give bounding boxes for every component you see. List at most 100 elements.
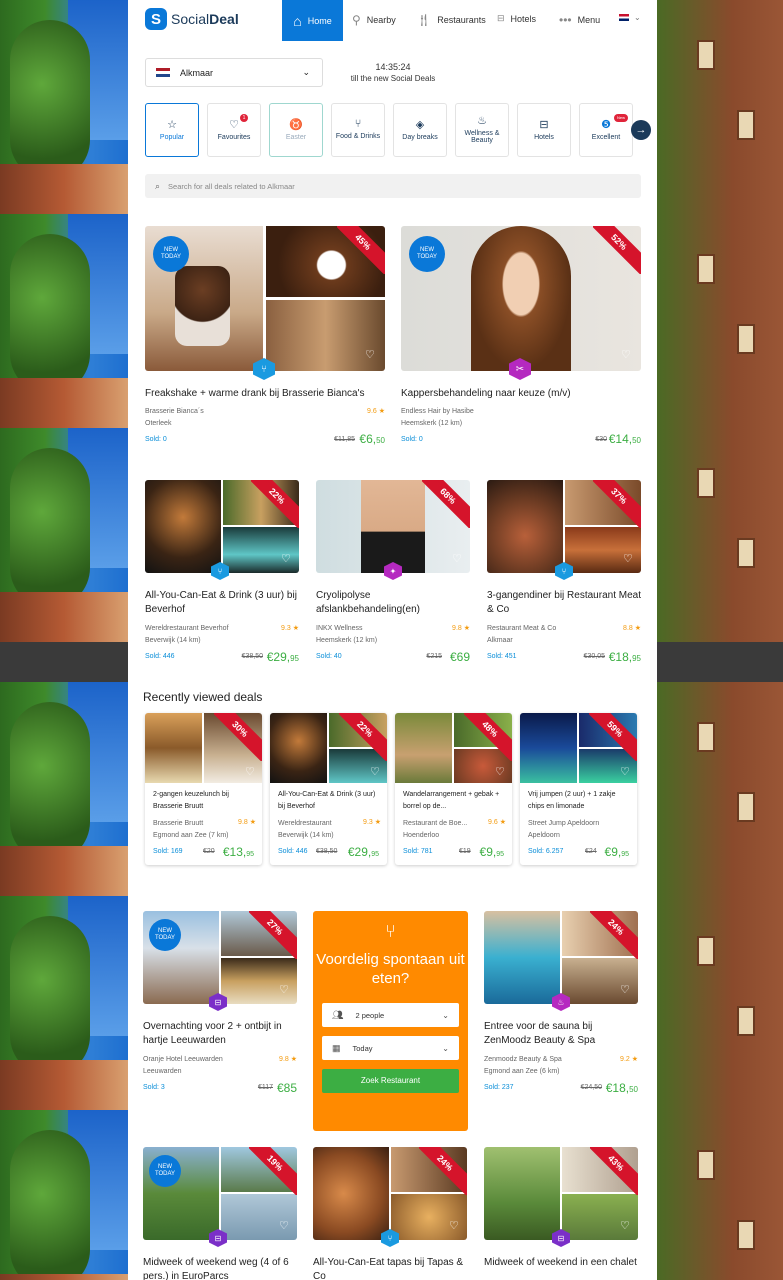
main-content: S SocialDeal ⌂ Home ⚲ Nearby 🍴︎ Restaura… bbox=[128, 0, 657, 1280]
nav-restaurants[interactable]: 🍴︎ Restaurants bbox=[416, 13, 486, 27]
deal-title: All-You-Can-Eat tapas bij Tapas & Co bbox=[313, 1257, 464, 1280]
deal-old-price: €38,50 bbox=[241, 653, 263, 660]
deal-location: Beverwijk (14 km) bbox=[145, 637, 201, 644]
deal-vendor: Brasserie Bruutt bbox=[153, 820, 204, 827]
categories-next-button[interactable]: → bbox=[631, 120, 651, 140]
language-selector[interactable]: ⌄ bbox=[619, 13, 641, 22]
deal-title: Vrij jumpen (2 uur) + 1 zakje chips en l… bbox=[528, 791, 616, 810]
category-favourites[interactable]: ♡ 1 Favourites bbox=[207, 103, 261, 157]
favourite-heart-icon[interactable]: ♡ bbox=[620, 983, 630, 996]
deal-card[interactable]: 43% ♡ ⊟ Midweek of weekend in een chalet bbox=[484, 1147, 638, 1280]
deal-card[interactable]: NEW TODAY 19% ♡ ⊟ Midweek of weekend weg … bbox=[143, 1147, 297, 1280]
discount-ribbon: 52% bbox=[593, 226, 641, 274]
deal-old-price: €11,85 bbox=[334, 436, 355, 443]
city-dropdown[interactable]: Alkmaar ⌄ bbox=[145, 58, 323, 87]
deal-rating: 9.3 ★ bbox=[281, 625, 299, 632]
discount-ribbon: 24% bbox=[590, 911, 638, 959]
deal-price: €29,95 bbox=[266, 650, 299, 664]
nav-hotels[interactable]: ⊟ Hotels bbox=[497, 13, 536, 24]
deal-sold: Sold: 446 bbox=[145, 653, 175, 660]
deal-card[interactable]: 22% ♡ ⑂ All-You-Can-Eat & Drink (3 uur) … bbox=[145, 480, 299, 670]
deal-old-price: €24,50 bbox=[580, 1084, 602, 1091]
location-pin-icon: ⚲ bbox=[352, 13, 361, 27]
search-icon: ⌕ bbox=[155, 180, 161, 191]
deal-title: Overnachting voor 2 + ontbijt in hartje … bbox=[143, 1021, 282, 1046]
deal-card[interactable]: 37% ♡ ⑂ 3-gangendiner bij Restaurant Mea… bbox=[487, 480, 641, 670]
favourite-heart-icon[interactable]: ♡ bbox=[279, 1219, 289, 1232]
chevron-down-icon: ⌄ bbox=[634, 13, 641, 22]
arrow-right-icon: → bbox=[635, 124, 647, 136]
deal-price: €9,95 bbox=[479, 845, 504, 859]
deal-card[interactable]: NEW TODAY 27% ♡ ⊟ Overnachting voor 2 + o… bbox=[143, 911, 297, 1101]
restaurant-search-promo: ⑂ Voordelig spontaan uit eten? 👥︎ 2 peop… bbox=[313, 911, 468, 1131]
deal-image: 22% ♡ bbox=[145, 480, 299, 573]
promo-title: Voordelig spontaan uit eten? bbox=[316, 951, 465, 987]
recent-deal-card[interactable]: 22% ♡ All-You-Can-Eat & Drink (3 uur) bi… bbox=[270, 713, 387, 865]
category-label: Day breaks bbox=[402, 134, 438, 141]
search-bar[interactable]: ⌕ Search for all deals related to Alkmaa… bbox=[145, 174, 641, 198]
recent-deal-card[interactable]: 30% ♡ 2-gangen keuzelunch bij Brasserie … bbox=[145, 713, 262, 865]
category-day-breaks[interactable]: ◈ Day breaks bbox=[393, 103, 447, 157]
deal-vendor: Restaurant de Boe... bbox=[403, 820, 468, 827]
favourite-heart-icon[interactable]: ♡ bbox=[279, 983, 289, 996]
deal-card[interactable]: 24% ♡ ⑂ All-You-Can-Eat tapas bij Tapas … bbox=[313, 1147, 467, 1280]
deal-sold: Sold: 40 bbox=[316, 653, 342, 660]
date-select[interactable]: ▦ Today ⌄ bbox=[322, 1036, 459, 1060]
favourite-heart-icon[interactable]: ♡ bbox=[365, 348, 375, 361]
city-name: Alkmaar bbox=[180, 67, 214, 78]
category-wellness-beauty[interactable]: ♨ Wellness & Beauty bbox=[455, 103, 509, 157]
deal-card[interactable]: 24% ♡ ♨ Entree voor de sauna bij ZenMood… bbox=[484, 911, 638, 1101]
recently-viewed-heading: Recently viewed deals bbox=[143, 690, 263, 704]
people-select[interactable]: 👥︎ 2 people ⌄ bbox=[322, 1003, 459, 1027]
cutlery-icon: ⑂ bbox=[385, 921, 396, 941]
deal-rating: 8.8 ★ bbox=[623, 625, 641, 632]
deal-vendor: Zenmoodz Beauty & Spa bbox=[484, 1056, 562, 1063]
favourite-heart-icon[interactable]: ♡ bbox=[620, 1219, 630, 1232]
favourite-heart-icon[interactable]: ♡ bbox=[621, 348, 631, 361]
deal-sold: Sold: 169 bbox=[153, 848, 183, 855]
category-excellent[interactable]: ❺ New Excellent bbox=[579, 103, 633, 157]
deal-old-price: €20 bbox=[203, 848, 215, 855]
socialdeal-logo[interactable]: S SocialDeal bbox=[145, 8, 239, 30]
category-food-drinks[interactable]: ⑂ Food & Drinks bbox=[331, 103, 385, 157]
recent-deal-card[interactable]: 59% ♡ Vrij jumpen (2 uur) + 1 zakje chip… bbox=[520, 713, 637, 865]
deal-card[interactable]: NEW TODAY 52% ♡ ✂ Kappersbehandeling naar… bbox=[401, 226, 641, 446]
deal-image: 30% ♡ bbox=[145, 713, 262, 783]
deal-vendor: Wereldrestaurant Beverhof bbox=[145, 625, 229, 632]
favourite-heart-icon[interactable]: ♡ bbox=[449, 1219, 459, 1232]
nav-menu-label: Menu bbox=[577, 15, 601, 25]
deal-card[interactable]: NEW TODAY 45% ♡ ⑂ Freakshake + warme dran… bbox=[145, 226, 385, 446]
favourite-heart-icon[interactable]: ♡ bbox=[370, 765, 380, 778]
deal-title: All-You-Can-Eat & Drink (3 uur) bij Beve… bbox=[145, 590, 297, 615]
discount-ribbon: 27% bbox=[249, 911, 297, 959]
favourite-heart-icon[interactable]: ♡ bbox=[495, 765, 505, 778]
favourite-heart-icon[interactable]: ♡ bbox=[452, 552, 462, 565]
nav-menu[interactable]: ••• Menu bbox=[559, 13, 600, 27]
favourite-heart-icon[interactable]: ♡ bbox=[620, 765, 630, 778]
category-hotels[interactable]: ⊟ Hotels bbox=[517, 103, 571, 157]
dots-icon: ••• bbox=[559, 13, 572, 27]
deal-location: Alkmaar bbox=[487, 637, 513, 644]
favourite-heart-icon[interactable]: ♡ bbox=[623, 552, 633, 565]
cutlery-icon: ⑂ bbox=[354, 118, 362, 130]
date-value: Today bbox=[352, 1043, 373, 1053]
deal-card[interactable]: 68% ♡ ✦ Cryolipolyse afslankbehandeling(… bbox=[316, 480, 470, 670]
nav-home[interactable]: ⌂ Home bbox=[282, 0, 343, 41]
recent-deal-card[interactable]: 48% ♡ Wandelarrangement + gebak + borrel… bbox=[395, 713, 512, 865]
chevron-down-icon: ⌄ bbox=[442, 1010, 449, 1020]
category-label: Wellness & Beauty bbox=[464, 130, 500, 144]
deal-sold: Sold: 6.257 bbox=[528, 848, 564, 855]
category-bar: ☆ Popular ♡ 1 Favourites ♉ Easter ⑂ Food… bbox=[145, 103, 657, 158]
search-restaurant-button[interactable]: Zoek Restaurant bbox=[322, 1069, 459, 1093]
countdown-caption: till the new Social Deals bbox=[350, 74, 436, 83]
category-popular[interactable]: ☆ Popular bbox=[145, 103, 199, 157]
bed-icon: ⊟ bbox=[539, 119, 549, 131]
favourite-heart-icon[interactable]: ♡ bbox=[245, 765, 255, 778]
wellness-icon: ♨ bbox=[477, 115, 487, 127]
new-badge: New bbox=[614, 114, 628, 122]
category-easter[interactable]: ♉ Easter bbox=[269, 103, 323, 157]
favourite-heart-icon[interactable]: ♡ bbox=[281, 552, 291, 565]
deal-sold: Sold: 237 bbox=[484, 1084, 514, 1091]
nav-nearby[interactable]: ⚲ Nearby bbox=[352, 13, 396, 27]
deal-vendor: INKX Wellness bbox=[316, 625, 363, 632]
